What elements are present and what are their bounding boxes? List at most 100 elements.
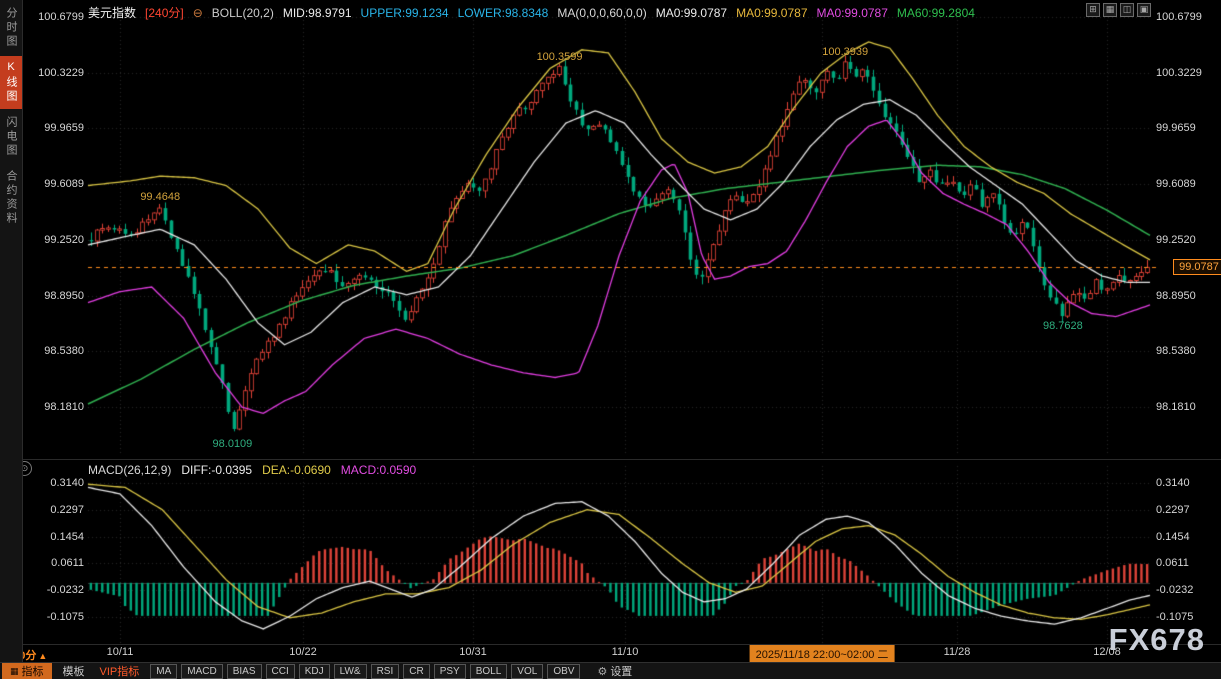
sidebar-tab-candle-chart[interactable]: K线图 — [0, 56, 22, 109]
selected-time-label: 2025/11/18 22:00~02:00 二 — [750, 645, 895, 663]
macd-y-axis-label-right: 0.3140 — [1156, 477, 1190, 489]
fullscreen-icon[interactable]: ▣ — [1137, 3, 1151, 17]
main-y-axis-label-right: 100.3229 — [1156, 67, 1202, 79]
macd-y-axis-label-right: 0.1454 — [1156, 531, 1190, 543]
grid-layout-icon[interactable]: ▦ — [1103, 3, 1117, 17]
main-y-axis-label-right: 98.5380 — [1156, 345, 1196, 357]
macd-y-axis-label-left: 0.1454 — [28, 531, 84, 543]
settings-button[interactable]: ⚙ 设置 — [597, 663, 632, 679]
main-y-axis-label-left: 99.2520 — [28, 234, 84, 246]
x-axis-label: 11/28 — [927, 646, 987, 658]
symbol-name: 美元指数 — [88, 4, 136, 21]
indicator-button-group: MA MACD BIAS CCI KDJ LW&RSICR PSY BOLLVOL OBV — [150, 664, 580, 679]
tab-indicators-label: 指标 — [22, 663, 44, 679]
x-axis-label: 10/22 — [273, 646, 333, 658]
price-annotation: 99.4648 — [130, 191, 190, 203]
boll-mid-value: MID:98.9791 — [283, 6, 352, 20]
sidebar-tab-label: 闪电图 — [3, 116, 19, 158]
macd-dea-value: DEA:-0.0690 — [262, 463, 331, 477]
collapse-chart-icon[interactable]: ⊖ — [193, 6, 203, 20]
ma-params-label: MA(0,0,0,60,0,0) — [557, 6, 646, 20]
interval-label: [240分] — [145, 4, 184, 21]
indicator-grid-icon: ▦ — [10, 666, 19, 677]
main-y-axis-label-left: 98.5380 — [28, 345, 84, 357]
main-y-axis-label-left: 100.3229 — [28, 67, 84, 79]
main-y-axis-label-right: 98.8950 — [1156, 290, 1196, 302]
sidebar-nav: 分时图 K线图 闪电图 合约资料 — [0, 0, 23, 679]
price-annotation: 100.3939 — [815, 46, 875, 58]
indicator-button-vol[interactable]: VOL — [511, 664, 543, 679]
indicator-button-macd[interactable]: MACD — [181, 664, 222, 679]
tab-vip-indicators[interactable]: VIP指标 — [96, 663, 144, 679]
main-y-axis-label-right: 99.9659 — [1156, 122, 1196, 134]
indicator-button-cci[interactable]: CCI — [266, 664, 295, 679]
macd-y-axis-label-right: -0.1075 — [1156, 611, 1193, 623]
indicator-button-bias[interactable]: BIAS — [227, 664, 262, 679]
indicator-button-obv[interactable]: OBV — [547, 664, 580, 679]
main-y-axis-label-right: 99.2520 — [1156, 234, 1196, 246]
main-y-axis-label-left: 98.1810 — [28, 401, 84, 413]
sidebar-tab-label: K线图 — [3, 61, 19, 104]
chart-header: 美元指数 [240分] ⊖ BOLL(20,2) MID:98.9791 UPP… — [88, 4, 975, 21]
macd-header: MACD(26,12,9) DIFF:-0.0395 DEA:-0.0690 M… — [88, 463, 416, 477]
sidebar-tab-lightning-chart[interactable]: 闪电图 — [0, 111, 22, 163]
main-y-axis-label-right: 98.1810 — [1156, 401, 1196, 413]
macd-y-axis-label-right: -0.0232 — [1156, 584, 1193, 596]
boll-upper-value: UPPER:99.1234 — [361, 6, 449, 20]
main-y-axis-label-left: 98.8950 — [28, 290, 84, 302]
boll-params-label: BOLL(20,2) — [212, 6, 274, 20]
trading-chart-app: 分时图 K线图 闪电图 合约资料 美元指数 [240分] ⊖ BOLL(20,2… — [0, 0, 1221, 679]
macd-y-axis-label-left: -0.0232 — [28, 584, 84, 596]
macd-y-axis-label-left: -0.1075 — [28, 611, 84, 623]
panel-separator — [23, 459, 1221, 460]
indicator-button-lw[interactable]: LW& — [334, 664, 367, 679]
sidebar-tab-contract-info[interactable]: 合约资料 — [0, 165, 22, 231]
ma0-value-3: MA0:99.0787 — [817, 6, 888, 20]
axis-separator — [23, 644, 1221, 645]
price-annotation: 100.3599 — [530, 51, 590, 63]
x-axis-label: 11/10 — [595, 646, 655, 658]
main-y-axis-label-right: 100.6799 — [1156, 11, 1202, 23]
ma0-value-2: MA0:99.0787 — [736, 6, 807, 20]
macd-y-axis-label-left: 0.3140 — [28, 477, 84, 489]
main-y-axis-label-left: 99.6089 — [28, 178, 84, 190]
boll-lower-value: LOWER:98.8348 — [458, 6, 549, 20]
main-y-axis-label-right: 99.6089 — [1156, 178, 1196, 190]
indicator-button-rsi[interactable]: RSI — [371, 664, 400, 679]
macd-diff-value: DIFF:-0.0395 — [181, 463, 252, 477]
triangle-up-icon: ▲ — [38, 651, 47, 661]
bottom-toolbar: ▦ 指标 模板 VIP指标 MA MACD BIAS CCI KDJ LW&RSICR PS… — [0, 662, 1221, 679]
macd-y-axis-label-right: 0.2297 — [1156, 504, 1190, 516]
x-axis-label: 10/31 — [443, 646, 503, 658]
settings-label: 设置 — [610, 663, 632, 679]
macd-params-label: MACD(26,12,9) — [88, 463, 171, 477]
price-annotation: 98.7628 — [1033, 320, 1093, 332]
gear-icon: ⚙ — [597, 665, 607, 678]
main-y-axis-label-left: 100.6799 — [28, 11, 84, 23]
indicator-button-ma[interactable]: MA — [150, 664, 177, 679]
ma0-value-1: MA0:99.0787 — [656, 6, 727, 20]
indicator-button-psy[interactable]: PSY — [434, 664, 466, 679]
sidebar-tab-time-chart[interactable]: 分时图 — [0, 2, 22, 54]
main-y-axis-label-left: 99.9659 — [28, 122, 84, 134]
tab-indicators[interactable]: ▦ 指标 — [2, 663, 52, 679]
macd-y-axis-label-right: 0.0611 — [1156, 557, 1189, 569]
ma60-value: MA60:99.2804 — [897, 6, 975, 20]
sidebar-tab-label: 分时图 — [3, 7, 19, 49]
indicator-button-boll[interactable]: BOLL — [470, 664, 508, 679]
macd-y-axis-label-left: 0.0611 — [28, 557, 84, 569]
split-layout-icon[interactable]: ◫ — [1120, 3, 1134, 17]
macd-hist-value: MACD:0.0590 — [341, 463, 416, 477]
tab-templates[interactable]: 模板 — [59, 663, 89, 679]
window-controls: ⊞ ▦ ◫ ▣ — [1086, 3, 1151, 17]
indicator-button-kdj[interactable]: KDJ — [299, 664, 330, 679]
indicator-button-cr[interactable]: CR — [403, 664, 429, 679]
add-panel-icon[interactable]: ⊞ — [1086, 3, 1100, 17]
price-annotation: 98.0109 — [202, 438, 262, 450]
price-chart-canvas[interactable] — [0, 0, 1221, 679]
macd-y-axis-label-left: 0.2297 — [28, 504, 84, 516]
sidebar-tab-label: 合约资料 — [3, 170, 19, 226]
x-axis-label: 10/11 — [90, 646, 150, 658]
last-price-badge: 99.0787 — [1173, 259, 1221, 275]
x-axis-label: 12/08 — [1077, 646, 1137, 658]
